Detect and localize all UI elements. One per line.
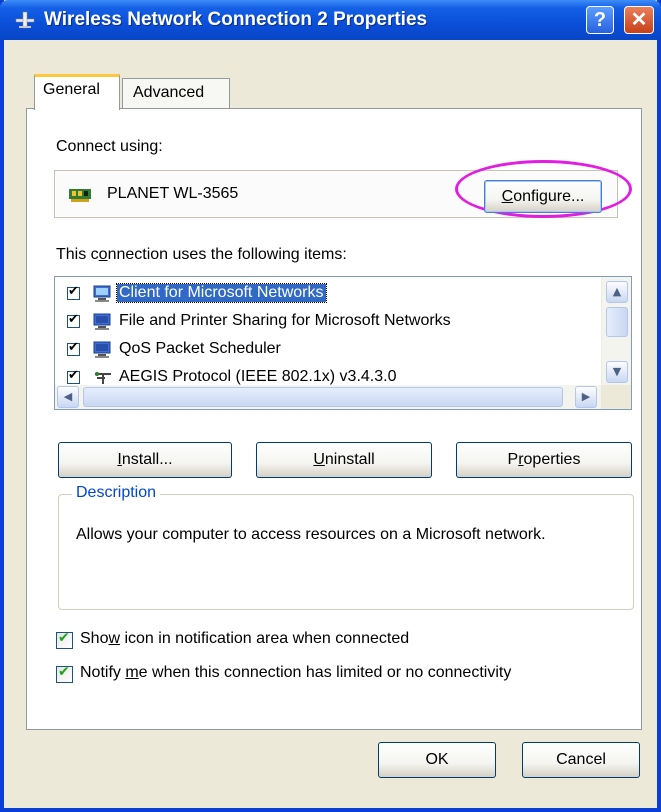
install-button[interactable]: Install... [58,442,232,478]
configure-mnemonic: C [501,188,514,205]
properties-button[interactable]: Properties [456,442,632,478]
item-label: AEGIS Protocol (IEEE 802.1x) v3.4.3.0 [119,368,397,385]
adapter-name: PLANET WL-3565 [107,185,239,202]
horizontal-scroll-thumb[interactable] [83,387,563,407]
item-checkbox[interactable] [67,284,80,300]
show-icon-mnemonic: w [108,630,121,647]
close-button[interactable]: ✕ [624,6,654,34]
help-button[interactable]: ? [586,6,614,34]
title-bar[interactable]: Wireless Network Connection 2 Properties… [0,0,661,40]
properties-label: operties [523,451,581,468]
notify-label-rest: e when this connection has limited or no… [138,664,512,681]
description-title: Description [72,484,161,502]
network-service-icon [93,313,111,330]
show-icon-label-pre: Sho [80,630,109,647]
items-label-pre: This c [56,246,99,263]
item-label: QoS Packet Scheduler [119,340,281,357]
network-connection-icon [15,11,35,29]
configure-button[interactable]: Configure... [484,180,602,213]
tab-general[interactable]: General [34,74,120,110]
item-checkbox[interactable] [67,368,80,384]
vertical-scrollbar[interactable]: ▲ ▼ [601,277,631,385]
scroll-right-icon[interactable]: ▶ [575,386,597,408]
cancel-button[interactable]: Cancel [522,742,640,778]
item-checkbox[interactable] [67,312,80,328]
scrollbar-corner [601,385,631,409]
uninstall-mnemonic: U [313,451,325,468]
vertical-scroll-thumb[interactable] [606,307,628,337]
network-client-icon [93,285,111,302]
window-title: Wireless Network Connection 2 Properties [44,9,428,30]
item-checkbox[interactable] [67,340,80,356]
show-icon-label[interactable]: Show icon in notification area when conn… [80,630,409,648]
connect-using-label: Connect using: [56,138,163,155]
description-group [58,494,634,610]
notify-label[interactable]: Notify me when this connection has limit… [80,664,511,682]
notify-label-pre: Notify [80,664,126,681]
network-service-icon [93,341,111,358]
items-label-post: nnection uses the following items: [107,246,347,263]
items-label-mnemonic: o [98,246,108,263]
items-label: This connection uses the following items… [56,246,347,264]
configure-label: onfigure... [513,188,585,205]
tab-advanced[interactable]: Advanced [122,78,230,108]
notify-mnemonic: m [125,664,139,681]
ok-button[interactable]: OK [378,742,496,778]
scroll-up-icon[interactable]: ▲ [606,281,628,303]
components-list[interactable]: Client for Microsoft Networks File and P… [54,276,632,410]
item-label: Client for Microsoft Networks [116,283,327,303]
network-adapter-icon [69,189,91,202]
notify-checkbox[interactable] [56,664,73,683]
scroll-down-icon[interactable]: ▼ [606,361,628,383]
item-label: File and Printer Sharing for Microsoft N… [119,312,451,329]
uninstall-button[interactable]: Uninstall [256,442,432,478]
horizontal-scrollbar[interactable]: ◀ ▶ [55,385,601,409]
scroll-left-icon[interactable]: ◀ [57,386,79,408]
uninstall-label: ninstall [324,451,375,468]
install-label: nstall... [121,451,173,468]
show-icon-checkbox[interactable] [56,630,73,649]
properties-label-pre: P [507,451,519,468]
description-text: Allows your computer to access resources… [76,526,546,543]
show-icon-label-rest: icon in notification area when connected [120,630,410,647]
